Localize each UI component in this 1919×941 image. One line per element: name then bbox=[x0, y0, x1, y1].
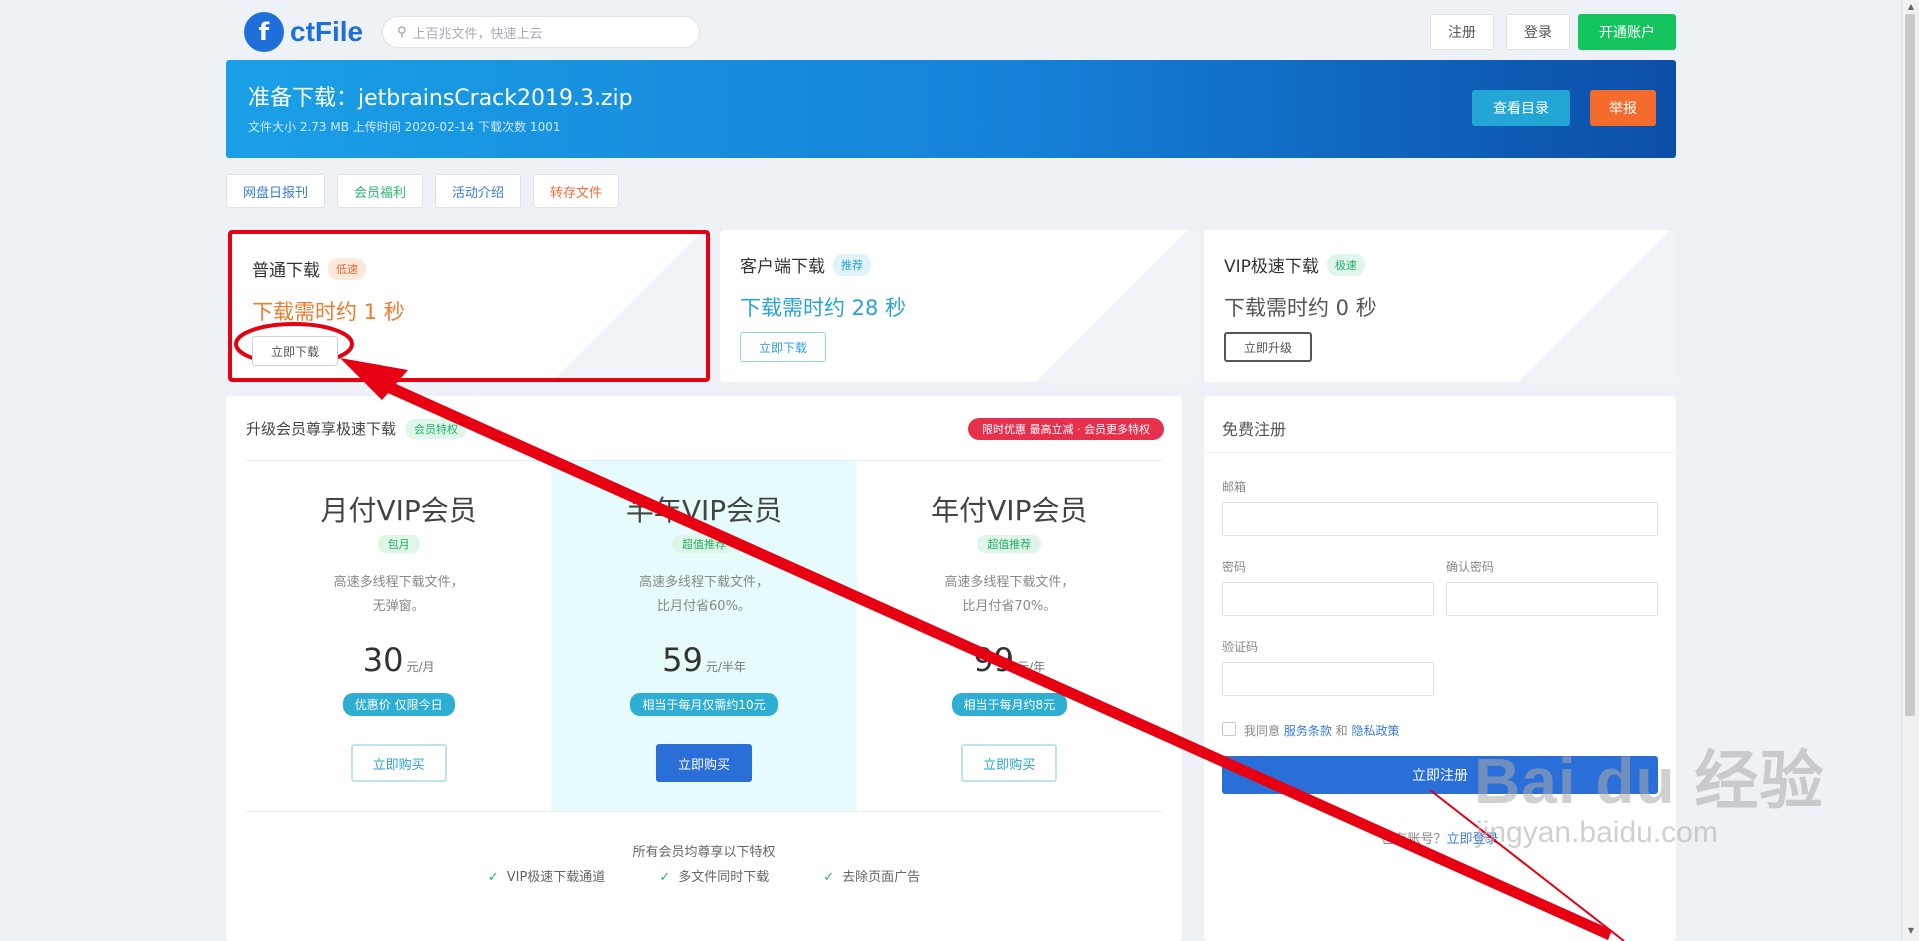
plan-badge: 相当于每月约8元 bbox=[951, 693, 1068, 716]
plan-desc: 无弹窗。 bbox=[372, 599, 425, 614]
divider bbox=[246, 811, 1162, 812]
search-placeholder: 上百兆文件，快速上云 bbox=[412, 26, 543, 42]
plan-price: 30 bbox=[362, 641, 404, 679]
perk-item: ✓ VIP极速下载通道 bbox=[487, 870, 606, 885]
perks-title: 所有会员均尊享以下特权 bbox=[632, 845, 776, 860]
logo[interactable]: f ctFile bbox=[244, 12, 363, 52]
plan-desc: 高速多线程下载文件， bbox=[944, 575, 1075, 590]
plan-price: 59 bbox=[662, 641, 703, 679]
plan-badge: 优惠价 仅限今日 bbox=[342, 693, 455, 716]
login-link[interactable]: 立即登录 bbox=[1447, 832, 1499, 847]
privacy-link[interactable]: 隐私政策 bbox=[1351, 724, 1399, 738]
buy-button[interactable]: 立即购买 bbox=[655, 744, 752, 782]
logo-text: ctFile bbox=[290, 16, 364, 47]
plan-desc: 比月付省60%。 bbox=[657, 599, 751, 614]
scroll-up-icon[interactable]: ▲ bbox=[1908, 2, 1914, 11]
plan-price: 99 bbox=[973, 641, 1015, 679]
plan-list: 月付VIP会员 包月 高速多线程下载文件， 无弹窗。 30 元/月 优惠价 仅限今… bbox=[246, 461, 1162, 811]
client-download-button[interactable]: 立即下载 bbox=[740, 332, 827, 362]
plan-unit: 元/年 bbox=[1017, 660, 1046, 674]
vip-heading: 升级会员尊享极速下载 bbox=[246, 420, 397, 438]
view-directory-button[interactable]: 查看目录 bbox=[1472, 90, 1570, 126]
agree-text: 我同意 服务条款 和 隐私政策 bbox=[1244, 724, 1400, 738]
tag-link[interactable]: 活动介绍 bbox=[435, 174, 522, 208]
vip-panel: 升级会员尊享极速下载 会员特权 限时优惠 最高立减 · 会员更多特权 月付VIP… bbox=[226, 396, 1182, 941]
check-icon: ✓ bbox=[659, 870, 671, 885]
email-label: 邮箱 bbox=[1222, 480, 1247, 494]
plan-desc: 比月付省70%。 bbox=[962, 599, 1057, 614]
password-field[interactable] bbox=[1222, 582, 1434, 616]
speed-badge: 低速 bbox=[328, 257, 366, 280]
plan-tag: 超值推荐 bbox=[671, 535, 736, 553]
tag-link[interactable]: 转存文件 bbox=[533, 174, 620, 208]
check-icon: ✓ bbox=[487, 870, 499, 885]
report-button[interactable]: 举报 bbox=[1590, 90, 1656, 126]
plan-half-year: 半年VIP会员 超值推荐 高速多线程下载文件， 比月付省60%。 59 元/半年 … bbox=[551, 461, 857, 811]
tag-row: 网盘日报刊 会员福利 活动介绍 转存文件 bbox=[226, 174, 620, 208]
speed-badge: 极速 bbox=[1326, 253, 1365, 276]
register-submit-button[interactable]: 立即注册 bbox=[1222, 756, 1658, 794]
buy-button[interactable]: 立即购买 bbox=[961, 744, 1058, 782]
scrollbar-thumb[interactable] bbox=[1905, 14, 1915, 716]
buy-button[interactable]: 立即购买 bbox=[350, 744, 447, 782]
card-title: 普通下载 bbox=[252, 261, 320, 281]
plan-name: 月付VIP会员 bbox=[320, 494, 477, 527]
email-field[interactable] bbox=[1222, 502, 1658, 536]
vip-download-card: VIP极速下载 极速 下载需时约 0 秒 立即升级 bbox=[1204, 230, 1676, 382]
top-bar: f ctFile ⚲ 上百兆文件，快速上云 注册 登录 开通账户 bbox=[226, 8, 1676, 56]
check-icon: ✓ bbox=[823, 870, 835, 885]
vip-heading-tag: 会员特权 bbox=[406, 418, 467, 439]
card-title: VIP极速下载 bbox=[1224, 257, 1319, 277]
speed-badge: 推荐 bbox=[833, 253, 871, 276]
plan-name: 年付VIP会员 bbox=[931, 494, 1088, 527]
scrollbar[interactable]: ▲ ▼ bbox=[1901, 0, 1919, 941]
normal-download-button[interactable]: 立即下载 bbox=[252, 336, 339, 366]
plan-unit: 元/月 bbox=[406, 660, 435, 674]
confirm-password-field[interactable] bbox=[1446, 582, 1658, 616]
file-meta: 文件大小 2.73 MB 上传时间 2020-02-14 下载次数 1001 bbox=[248, 120, 561, 134]
tag-link[interactable]: 会员福利 bbox=[337, 174, 424, 208]
card-title: 客户端下载 bbox=[740, 257, 825, 277]
register-panel: 免费注册 邮箱 密码 确认密码 验证码 我同意 服务条款 和 隐私政策 立即注册… bbox=[1204, 396, 1676, 941]
client-download-card: 客户端下载 推荐 下载需时约 28 秒 立即下载 bbox=[720, 230, 1194, 382]
confirm-password-label: 确认密码 bbox=[1446, 560, 1495, 574]
plan-monthly: 月付VIP会员 包月 高速多线程下载文件， 无弹窗。 30 元/月 优惠价 仅限今… bbox=[246, 461, 551, 811]
perk-item: ✓ 多文件同时下载 bbox=[659, 870, 770, 885]
register-button[interactable]: 注册 bbox=[1430, 14, 1494, 50]
scroll-down-icon[interactable]: ▼ bbox=[1908, 926, 1914, 935]
perk-item: ✓ 去除页面广告 bbox=[823, 870, 921, 885]
divider bbox=[1204, 452, 1676, 453]
tag-link[interactable]: 网盘日报刊 bbox=[226, 174, 326, 208]
file-title: 准备下载：jetbrainsCrack2019.3.zip bbox=[248, 86, 633, 111]
perk-list: ✓ VIP极速下载通道 ✓ 多文件同时下载 ✓ 去除页面广告 bbox=[226, 866, 1182, 885]
plan-badge: 相当于每月仅需约10元 bbox=[630, 693, 778, 716]
code-label: 验证码 bbox=[1222, 640, 1259, 654]
login-button[interactable]: 登录 bbox=[1506, 14, 1570, 50]
register-title: 免费注册 bbox=[1222, 420, 1287, 439]
open-account-button[interactable]: 开通账户 bbox=[1578, 14, 1676, 50]
page: f ctFile ⚲ 上百兆文件，快速上云 注册 登录 开通账户 准备下载：je… bbox=[226, 0, 1676, 941]
terms-link[interactable]: 服务条款 bbox=[1284, 724, 1332, 738]
agree-checkbox[interactable] bbox=[1222, 722, 1236, 736]
plan-yearly: 年付VIP会员 超值推荐 高速多线程下载文件， 比月付省70%。 99 元/年 相… bbox=[857, 461, 1162, 811]
plan-unit: 元/半年 bbox=[705, 660, 746, 674]
download-eta: 下载需时约 0 秒 bbox=[1224, 296, 1377, 320]
plan-name: 半年VIP会员 bbox=[625, 494, 783, 527]
plan-tag: 超值推荐 bbox=[977, 535, 1042, 553]
promo-banner[interactable]: 限时优惠 最高立减 · 会员更多特权 bbox=[968, 418, 1164, 440]
plan-tag: 包月 bbox=[377, 535, 420, 553]
verification-code-field[interactable] bbox=[1222, 662, 1434, 696]
logo-icon: f bbox=[244, 12, 284, 52]
plan-desc: 高速多线程下载文件， bbox=[333, 575, 464, 590]
download-eta: 下载需时约 28 秒 bbox=[740, 296, 907, 320]
normal-download-card: 普通下载 低速 下载需时约 1 秒 立即下载 bbox=[228, 230, 710, 382]
vip-upgrade-button[interactable]: 立即升级 bbox=[1224, 332, 1313, 362]
download-eta: 下载需时约 1 秒 bbox=[252, 300, 405, 324]
search-icon: ⚲ bbox=[397, 24, 407, 40]
password-label: 密码 bbox=[1222, 560, 1247, 574]
plan-desc: 高速多线程下载文件， bbox=[638, 575, 769, 590]
login-prompt: 已有账号？立即登录 bbox=[1381, 832, 1499, 847]
file-banner: 准备下载：jetbrainsCrack2019.3.zip 文件大小 2.73 … bbox=[226, 60, 1676, 158]
search-input[interactable]: ⚲ 上百兆文件，快速上云 bbox=[382, 16, 700, 48]
